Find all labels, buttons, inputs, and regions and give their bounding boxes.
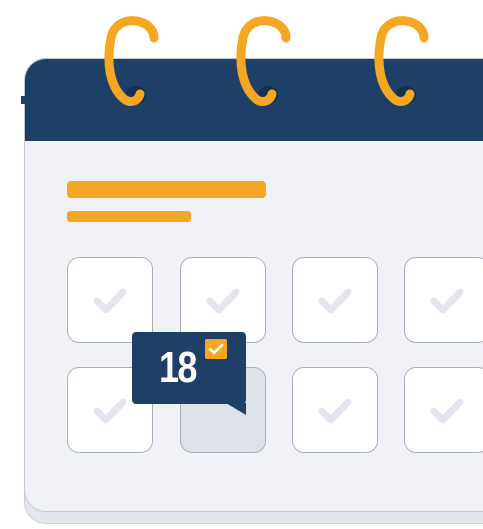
- day-cell: [292, 257, 378, 343]
- checkmark-icon: [318, 398, 352, 424]
- binder-ring-icon: [236, 16, 291, 106]
- day-cell: [180, 257, 266, 343]
- checkmark-icon: [93, 288, 127, 314]
- day-cell: [404, 257, 483, 343]
- checkmark-icon: [430, 288, 464, 314]
- checkmark-icon: [93, 398, 127, 424]
- checkmark-icon: [318, 288, 352, 314]
- day-cell: [292, 367, 378, 453]
- checkmark-icon: [206, 288, 240, 314]
- day-cell: [404, 367, 483, 453]
- calendar-header-notch: [21, 96, 25, 104]
- date-tag-tail: [226, 403, 246, 415]
- binder-ring-icon: [374, 16, 429, 106]
- subtitle-placeholder-bar: [67, 211, 191, 222]
- binder-ring-icon: [104, 16, 159, 106]
- date-number: 18: [159, 343, 197, 392]
- day-cell: [67, 257, 153, 343]
- check-badge-icon: [205, 339, 227, 359]
- checkmark-icon: [430, 398, 464, 424]
- title-placeholder-bar: [67, 181, 266, 198]
- date-tag: 18: [132, 332, 246, 404]
- calendar-illustration: 18: [0, 0, 483, 529]
